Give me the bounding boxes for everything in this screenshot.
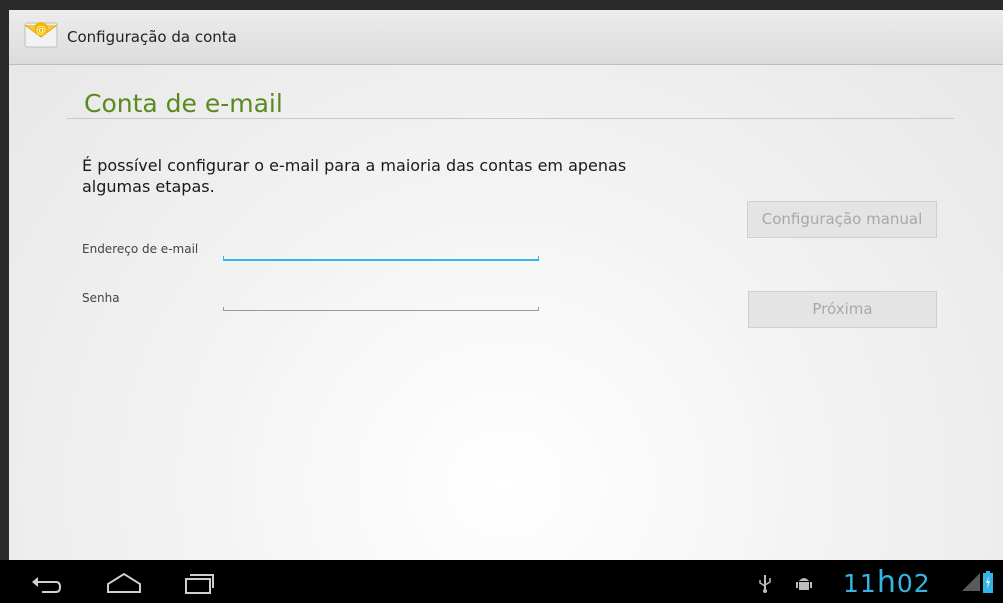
status-clock: 11h02 xyxy=(843,565,931,600)
app-title: Configuração da conta xyxy=(67,28,237,46)
battery-icon xyxy=(983,571,993,597)
password-field[interactable] xyxy=(223,293,539,311)
home-icon[interactable] xyxy=(104,568,144,596)
email-field[interactable] xyxy=(223,243,539,261)
password-label: Senha xyxy=(82,291,120,305)
clock-separator: h xyxy=(876,565,897,600)
page-title: Conta de e-mail xyxy=(84,89,283,118)
email-label: Endereço de e-mail xyxy=(82,242,199,256)
email-app-icon[interactable]: @ xyxy=(23,19,59,49)
clock-hours: 11 xyxy=(843,569,877,598)
manual-setup-button[interactable]: Configuração manual xyxy=(747,201,937,238)
title-divider xyxy=(67,118,954,119)
usb-icon xyxy=(758,573,772,597)
signal-icon xyxy=(962,573,980,595)
back-icon[interactable] xyxy=(28,568,64,596)
app-screen: @ Configuração da conta Conta de e-mail … xyxy=(9,10,1003,603)
recent-apps-icon[interactable] xyxy=(180,568,216,596)
svg-text:@: @ xyxy=(36,25,46,36)
next-button[interactable]: Próxima xyxy=(748,291,937,328)
intro-text: É possível configurar o e-mail para a ma… xyxy=(82,156,627,196)
clock-minutes: 02 xyxy=(896,569,931,598)
android-debug-icon xyxy=(795,573,813,597)
action-bar: @ Configuração da conta xyxy=(9,10,1003,65)
